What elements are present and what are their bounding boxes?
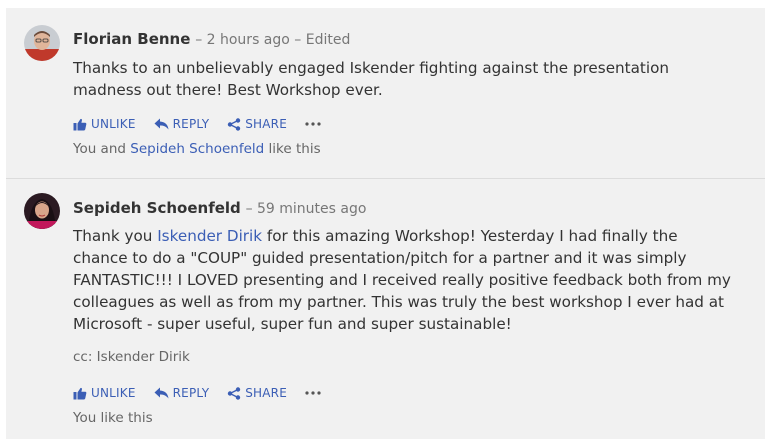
more-options-button[interactable]	[305, 391, 321, 395]
share-button[interactable]: SHARE	[227, 117, 287, 131]
share-label: SHARE	[245, 117, 287, 131]
comment-actions: UNLIKE REPLY SHARE	[73, 384, 321, 402]
likes-summary: You like this	[73, 410, 153, 426]
reply-label: REPLY	[172, 386, 210, 400]
avatar-photo	[24, 193, 60, 229]
comment-text: Thank you Iskender Dirik for this amazin…	[73, 225, 733, 335]
share-icon	[228, 117, 241, 131]
comment-sepideh: Sepideh Schoenfeld – 59 minutes ago Than…	[6, 179, 765, 439]
avatar-photo	[24, 25, 60, 61]
author-name[interactable]: Sepideh Schoenfeld	[73, 199, 241, 217]
reply-button[interactable]: REPLY	[154, 117, 210, 131]
unlike-label: UNLIKE	[91, 117, 136, 131]
comment-actions: UNLIKE REPLY SHARE	[73, 115, 321, 133]
unlike-label: UNLIKE	[91, 386, 136, 400]
reply-arrow-icon	[154, 387, 169, 399]
author-name[interactable]: Florian Benne	[73, 30, 190, 48]
reply-arrow-icon	[154, 118, 169, 130]
reply-button[interactable]: REPLY	[154, 386, 210, 400]
share-label: SHARE	[245, 386, 287, 400]
comment-meta: – 59 minutes ago	[245, 201, 367, 217]
unlike-button[interactable]: UNLIKE	[73, 386, 136, 400]
comment-meta: – 2 hours ago – Edited	[195, 32, 351, 48]
mention-link[interactable]: Iskender Dirik	[157, 227, 262, 245]
text-before-mention: Thank you	[73, 227, 153, 245]
more-ellipsis-icon	[305, 122, 321, 126]
thumbs-up-icon	[73, 387, 87, 399]
share-button[interactable]: SHARE	[227, 386, 287, 400]
more-ellipsis-icon	[305, 391, 321, 395]
avatar[interactable]	[24, 25, 60, 61]
more-options-button[interactable]	[305, 122, 321, 126]
likes-person-link[interactable]: Sepideh Schoenfeld	[130, 141, 264, 157]
cc-line: cc: Iskender Dirik	[73, 349, 190, 365]
comment-thread: Florian Benne – 2 hours ago – Edited Tha…	[6, 8, 765, 439]
reply-label: REPLY	[172, 117, 210, 131]
avatar[interactable]	[24, 193, 60, 229]
comment-florian: Florian Benne – 2 hours ago – Edited Tha…	[6, 8, 765, 178]
likes-prefix: You and	[73, 141, 126, 157]
likes-suffix: like this	[268, 141, 321, 157]
comment-header: Sepideh Schoenfeld – 59 minutes ago	[73, 198, 366, 219]
comment-header: Florian Benne – 2 hours ago – Edited	[73, 29, 350, 50]
share-icon	[228, 386, 241, 400]
comment-text: Thanks to an unbelievably engaged Iskend…	[73, 59, 670, 99]
unlike-button[interactable]: UNLIKE	[73, 117, 136, 131]
thumbs-up-icon	[73, 118, 87, 130]
likes-summary: You and Sepideh Schoenfeld like this	[73, 141, 321, 157]
